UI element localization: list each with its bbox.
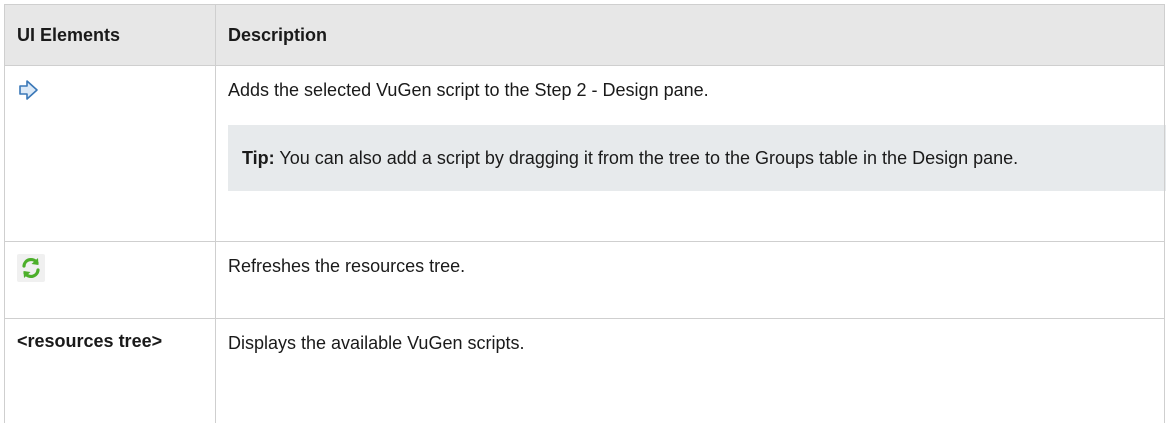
add-script-arrow-icon [17, 66, 203, 101]
header-ui-elements: UI Elements [4, 4, 216, 66]
description-text: Displays the available VuGen scripts. [228, 333, 525, 353]
resources-tree-label: <resources tree> [17, 331, 163, 351]
table-row: Adds the selected VuGen script to the St… [4, 65, 1166, 242]
ui-elements-table: UI Elements Description Adds the selecte… [4, 4, 1166, 423]
description-cell: Displays the available VuGen scripts. [215, 318, 1165, 423]
element-cell [4, 241, 216, 319]
description-cell: Refreshes the resources tree. [215, 241, 1165, 319]
table-header-row: UI Elements Description [4, 4, 1165, 66]
tip-label: Tip: [242, 148, 275, 168]
refresh-icon [17, 254, 45, 282]
description-cell: Adds the selected VuGen script to the St… [215, 65, 1166, 242]
header-description: Description [215, 4, 1165, 66]
description-text: Refreshes the resources tree. [228, 256, 466, 276]
tip-text: You can also add a script by dragging it… [279, 148, 1019, 168]
tip-box: Tip: You can also add a script by draggi… [228, 125, 1166, 191]
table-row: <resources tree> Displays the available … [4, 318, 1165, 423]
description-text: Adds the selected VuGen script to the St… [228, 80, 709, 100]
element-cell [4, 65, 216, 242]
element-cell: <resources tree> [4, 318, 216, 423]
table-row: Refreshes the resources tree. [4, 241, 1165, 319]
